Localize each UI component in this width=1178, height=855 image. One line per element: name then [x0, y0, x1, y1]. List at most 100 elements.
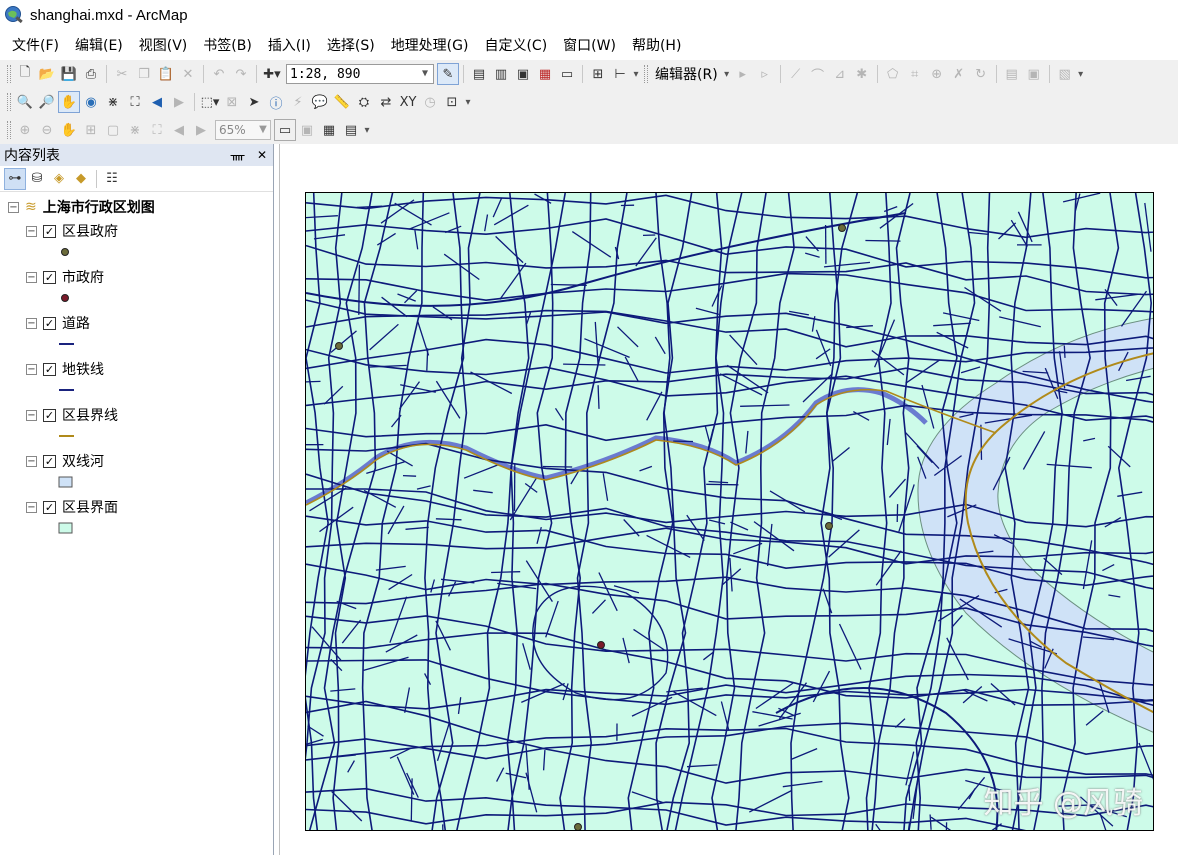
fixed-zoom-in-icon[interactable]: ⋇: [102, 91, 124, 113]
toolbar-grip[interactable]: [644, 65, 648, 83]
list-by-drawing-order-icon[interactable]: ⊶: [4, 167, 26, 190]
redo-icon[interactable]: ↷: [230, 63, 252, 85]
layer-visibility-checkbox[interactable]: ✓: [43, 316, 56, 330]
fixed-zoom-out-icon[interactable]: ⛶: [124, 91, 146, 113]
model-builder-icon[interactable]: ⊞: [587, 63, 609, 85]
toc-options-icon[interactable]: ☷: [101, 168, 123, 190]
collapse-icon[interactable]: −: [26, 225, 37, 237]
zoom-in-icon[interactable]: 🔍: [14, 91, 36, 113]
reshape-icon[interactable]: ⌗: [904, 63, 926, 85]
collapse-icon[interactable]: −: [26, 409, 37, 421]
menu-selection[interactable]: 选择(S): [319, 33, 383, 57]
layout-zoom-combobox[interactable]: 65% ▼: [215, 120, 271, 140]
chevron-down-icon[interactable]: ▾: [722, 69, 732, 80]
edit-vertices-icon[interactable]: ⬠: [882, 63, 904, 85]
menu-bookmarks[interactable]: 书签(B): [195, 33, 260, 57]
layer-row[interactable]: − ✓ 市政府: [26, 267, 104, 287]
new-document-icon[interactable]: 🗋: [14, 63, 36, 85]
zoom-100-icon[interactable]: ▢: [102, 119, 124, 141]
hyperlink-icon[interactable]: ⚡: [287, 91, 309, 113]
menu-geoprocessing[interactable]: 地理处理(G): [383, 33, 477, 57]
next-extent-icon[interactable]: ▶: [168, 91, 190, 113]
end-point-arc-icon[interactable]: ⌒: [807, 63, 829, 85]
paste-icon[interactable]: 📋: [155, 63, 177, 85]
attributes-icon[interactable]: ▤: [1001, 63, 1023, 85]
create-features-icon[interactable]: ▧: [1054, 63, 1076, 85]
layer-group-row[interactable]: − ≋ 上海市行政区划图: [8, 197, 155, 217]
print-icon[interactable]: ⎙: [80, 63, 102, 85]
find-route-icon[interactable]: ⇄: [375, 91, 397, 113]
layer-visibility-checkbox[interactable]: ✓: [43, 270, 56, 284]
pan-hand-icon[interactable]: ✋: [58, 91, 80, 113]
zoom-whole-page-icon[interactable]: ⊞: [80, 119, 102, 141]
layer-visibility-checkbox[interactable]: ✓: [43, 454, 56, 468]
menu-insert[interactable]: 插入(I): [260, 33, 319, 57]
collapse-icon[interactable]: −: [26, 271, 37, 283]
layer-visibility-checkbox[interactable]: ✓: [43, 224, 56, 238]
create-viewer-window-icon[interactable]: ⊡: [441, 91, 463, 113]
straight-segment-icon[interactable]: ⟋: [785, 63, 807, 85]
time-slider-icon[interactable]: ◷: [419, 91, 441, 113]
collapse-icon[interactable]: −: [26, 455, 37, 467]
menu-windows[interactable]: 窗口(W): [555, 33, 624, 57]
editor-menu-button[interactable]: 编辑器(R): [651, 64, 722, 84]
chevron-down-icon[interactable]: ▼: [256, 121, 270, 139]
find-binoculars-icon[interactable]: ⛭: [353, 91, 375, 113]
focus-data-frame-icon[interactable]: ▣: [296, 119, 318, 141]
map-scale-combobox[interactable]: 1:28, 890 ▼: [286, 64, 434, 84]
search-window-icon[interactable]: ▣: [512, 63, 534, 85]
menu-help[interactable]: 帮助(H): [624, 33, 689, 57]
clear-selection-icon[interactable]: ⊠: [221, 91, 243, 113]
layout-zoom-out-icon[interactable]: ⊖: [36, 119, 58, 141]
rotate-icon[interactable]: ↻: [970, 63, 992, 85]
toolbar-grip[interactable]: [7, 121, 11, 139]
layout-view[interactable]: 知乎 @风骑: [279, 144, 1178, 855]
list-by-visibility-icon[interactable]: ◈: [48, 168, 70, 190]
go-to-xy-icon[interactable]: XY: [397, 91, 419, 113]
pin-icon[interactable]: ᚄ: [231, 148, 245, 162]
municipal-government-point[interactable]: [597, 641, 605, 649]
arctoolbox-icon[interactable]: ▦: [534, 63, 556, 85]
fixed-extent-icon[interactable]: ⊢: [609, 63, 631, 85]
select-elements-icon[interactable]: ➤: [243, 91, 265, 113]
sketch-properties-icon[interactable]: ▣: [1023, 63, 1045, 85]
previous-layout-extent-icon[interactable]: ◀: [168, 119, 190, 141]
layer-row[interactable]: − ✓ 区县政府: [26, 221, 118, 241]
previous-extent-icon[interactable]: ◀: [146, 91, 168, 113]
edit-annotation-icon[interactable]: ▹: [754, 63, 776, 85]
full-extent-globe-icon[interactable]: ◉: [80, 91, 102, 113]
menu-customize[interactable]: 自定义(C): [476, 33, 555, 57]
edit-tool-icon[interactable]: ▸: [732, 63, 754, 85]
open-folder-icon[interactable]: 📂: [36, 63, 58, 85]
layer-row[interactable]: − ✓ 道路: [26, 313, 90, 333]
toolbar-options-icon[interactable]: ▾: [631, 69, 641, 80]
trace-icon[interactable]: ⊿: [829, 63, 851, 85]
layer-visibility-checkbox[interactable]: ✓: [43, 362, 56, 376]
layer-visibility-checkbox[interactable]: ✓: [43, 500, 56, 514]
collapse-icon[interactable]: −: [8, 201, 19, 213]
python-window-icon[interactable]: ▭: [556, 63, 578, 85]
collapse-icon[interactable]: −: [26, 317, 37, 329]
toolbar-options-icon[interactable]: ▾: [362, 125, 372, 136]
catalog-window-icon[interactable]: ▥: [490, 63, 512, 85]
district-government-point[interactable]: [825, 522, 833, 530]
point-icon[interactable]: ✱: [851, 63, 873, 85]
data-frame[interactable]: 知乎 @风骑: [305, 192, 1154, 831]
change-layout-icon[interactable]: ▦: [318, 119, 340, 141]
toolbar-options-icon[interactable]: ▾: [463, 97, 473, 108]
menu-file[interactable]: 文件(F): [4, 33, 67, 57]
fixed-zoom-in-layout-icon[interactable]: ⋇: [124, 119, 146, 141]
close-icon[interactable]: ✕: [257, 148, 267, 162]
toggle-draft-mode-icon[interactable]: ▭: [274, 119, 296, 141]
layer-row[interactable]: − ✓ 区县界面: [26, 497, 118, 517]
split-icon[interactable]: ✗: [948, 63, 970, 85]
toolbar-grip[interactable]: [7, 65, 11, 83]
html-popup-icon[interactable]: 💬: [309, 91, 331, 113]
toolbar-options-icon[interactable]: ▾: [1076, 69, 1086, 80]
list-by-selection-icon[interactable]: ◆: [70, 168, 92, 190]
layer-row[interactable]: − ✓ 双线河: [26, 451, 104, 471]
chevron-down-icon[interactable]: ▼: [417, 65, 433, 83]
collapse-icon[interactable]: −: [26, 363, 37, 375]
cut-polygons-icon[interactable]: ⊕: [926, 63, 948, 85]
delete-icon[interactable]: ✕: [177, 63, 199, 85]
